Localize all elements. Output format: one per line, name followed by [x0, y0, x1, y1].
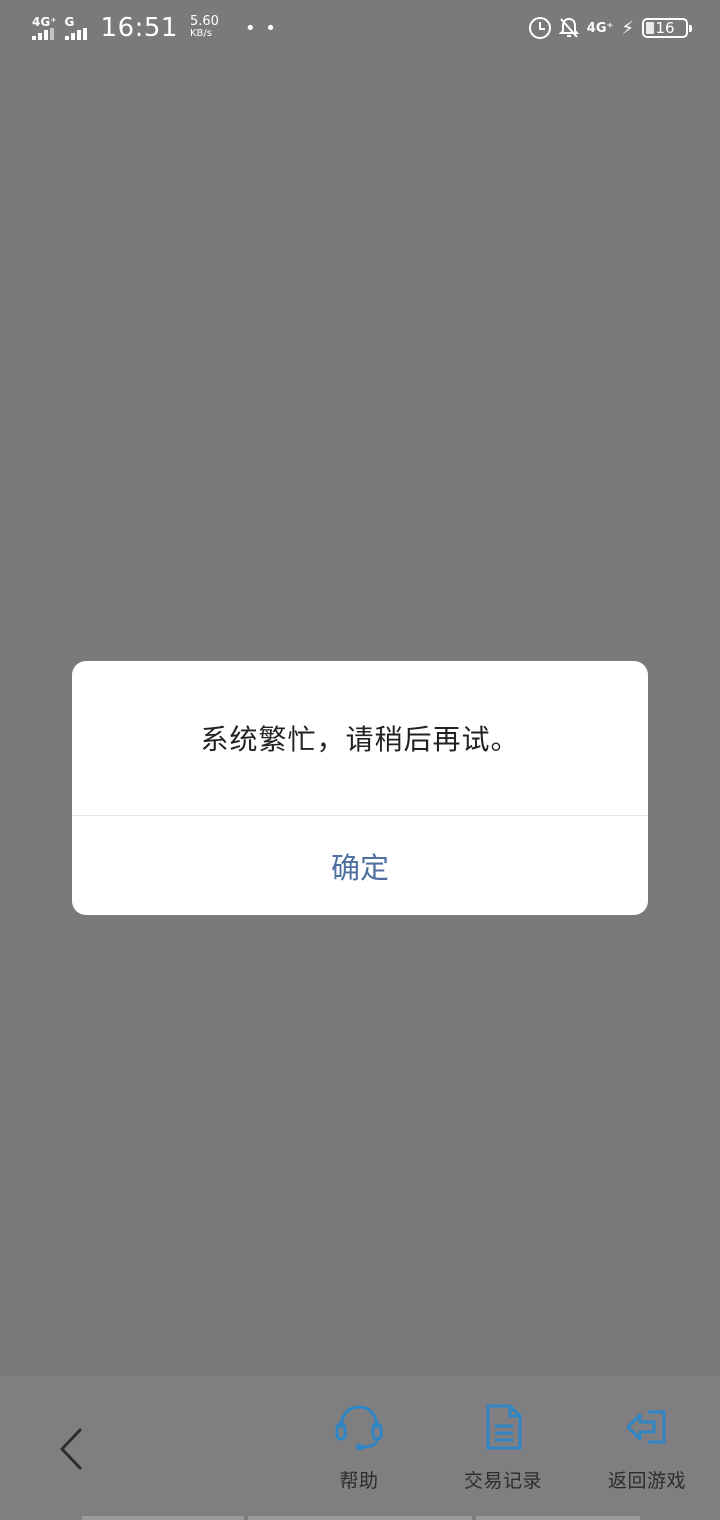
status-right: 4G⁺ ⚡ 16 — [528, 17, 692, 39]
signal-bars-icon — [32, 28, 54, 40]
alert-dialog: 系统繁忙，请稍后再试。 确定 — [72, 661, 648, 915]
transaction-history-button[interactable]: 交易记录 — [438, 1402, 568, 1502]
charging-icon: ⚡ — [621, 17, 634, 39]
speed-unit: KB/s — [189, 28, 212, 39]
bottom-edge-strips — [0, 1515, 720, 1520]
transaction-history-label: 交易记录 — [463, 1470, 542, 1492]
battery-icon: 16 — [642, 18, 692, 38]
network-type-secondary: G — [64, 15, 75, 29]
network-speed: 5.60 KB/s — [189, 14, 219, 40]
headset-icon — [335, 1405, 383, 1450]
document-icon — [486, 1404, 522, 1450]
more-notifications-icon: • • — [244, 17, 278, 39]
status-bar: 4G⁺ G 16:51 5.60 KB/s • • 4G⁺ ⚡ 16 — [0, 0, 720, 56]
network-type-right: 4G⁺ — [586, 20, 614, 36]
exit-arrow-icon — [626, 1410, 666, 1444]
dialog-message: 系统繁忙，请稍后再试。 — [200, 723, 520, 756]
clock: 16:51 — [100, 13, 178, 43]
network-type-primary: 4G⁺ — [32, 15, 57, 29]
alarm-icon — [528, 17, 551, 39]
signal-secondary: G — [64, 15, 87, 40]
battery-level: 16 — [655, 19, 675, 37]
help-label: 帮助 — [339, 1470, 379, 1492]
bottom-toolbar: 帮助 交易记录 返回游戏 — [0, 1376, 720, 1520]
back-arrow-icon[interactable] — [50, 1424, 94, 1474]
signal-primary: 4G⁺ — [32, 16, 57, 40]
confirm-button[interactable]: 确定 — [72, 816, 648, 915]
help-button[interactable]: 帮助 — [294, 1402, 424, 1502]
return-to-game-label: 返回游戏 — [607, 1470, 686, 1492]
status-left: 4G⁺ G 16:51 5.60 KB/s • • — [32, 13, 278, 43]
signal-bars-icon — [64, 28, 87, 40]
speed-value: 5.60 — [189, 14, 219, 29]
bell-muted-icon — [558, 17, 579, 38]
return-to-game-button[interactable]: 返回游戏 — [582, 1402, 712, 1502]
